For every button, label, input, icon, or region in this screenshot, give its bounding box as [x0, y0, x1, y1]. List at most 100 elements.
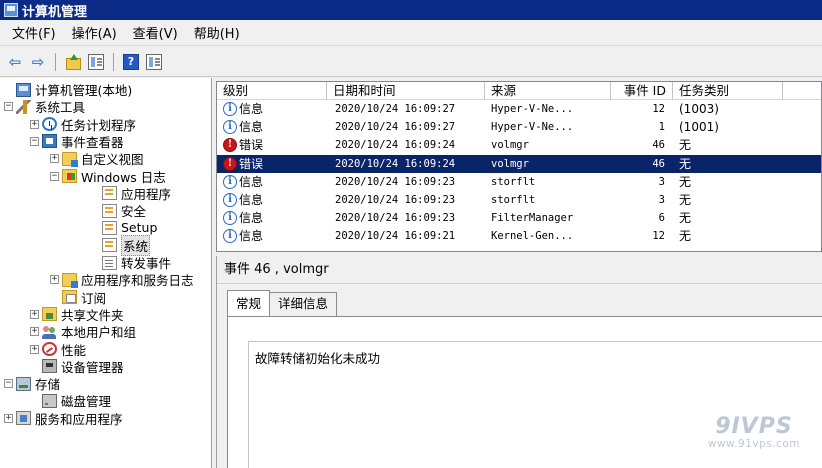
help-button[interactable]: ? — [121, 52, 141, 72]
menu-bar: 文件(F) 操作(A) 查看(V) 帮助(H) — [0, 20, 822, 46]
tree-item-label: 事件查看器 — [61, 134, 124, 150]
event-list-header: 级别 日期和时间 来源 事件 ID 任务类别 — [217, 82, 821, 100]
expand-icon[interactable]: + — [50, 275, 59, 285]
tree-item[interactable]: − 系统工具 — [4, 98, 85, 115]
menu-action[interactable]: 操作(A) — [64, 23, 125, 42]
tree-item[interactable]: − Windows 日志 — [50, 168, 166, 185]
expand-icon[interactable]: + — [30, 327, 39, 337]
collapse-icon[interactable]: − — [30, 136, 39, 146]
event-category: 无 — [679, 156, 692, 171]
tree-item-label: 转发事件 — [121, 256, 172, 271]
event-row[interactable]: i 信息 2020/10/24 16:09:21 Kernel-Gen... 12 无 — [217, 227, 821, 245]
watermark-logo: 9IVPS — [715, 414, 793, 439]
title-bar: 计算机管理 — [0, 0, 822, 20]
menu-view[interactable]: 查看(V) — [125, 23, 186, 42]
event-row[interactable]: i 信息 2020/10/24 16:09:23 FilterManager 6 无 — [217, 209, 821, 227]
event-row[interactable]: i 信息 2020/10/24 16:09:23 storflt 3 无 — [217, 191, 821, 209]
event-level: 信息 — [239, 193, 264, 207]
collapse-icon[interactable]: − — [4, 102, 13, 112]
info-icon: i — [223, 193, 237, 207]
event-list[interactable]: 级别 日期和时间 来源 事件 ID 任务类别 i 信息 2020/10/24 16:09:2… — [216, 81, 822, 252]
event-level: 信息 — [239, 174, 264, 189]
event-category: 无 — [679, 211, 692, 226]
event-category: 无 — [679, 193, 692, 207]
tree-item-label: 任务计划程序 — [61, 117, 137, 133]
event-row[interactable]: i 信息 2020/10/24 16:09:23 storflt 3 无 — [217, 173, 821, 191]
tree-item[interactable]: + 自定义视图 — [50, 150, 144, 167]
column-header[interactable]: 来源 — [485, 82, 611, 100]
event-category: 无 — [679, 229, 692, 244]
folder-icon — [62, 151, 78, 167]
tab-general[interactable]: 常规 — [227, 290, 271, 316]
show-hide-tree-button[interactable] — [86, 52, 106, 72]
tree-item-label: 性能 — [61, 342, 87, 358]
tree-item[interactable]: − 存储 — [4, 375, 60, 392]
expand-icon[interactable]: + — [30, 344, 39, 354]
event-source: FilterManager — [491, 212, 574, 225]
menu-file[interactable]: 文件(F) — [4, 23, 64, 42]
folder-icon — [62, 272, 78, 288]
tree-item[interactable]: 系统 — [90, 234, 151, 256]
log-icon — [102, 255, 117, 270]
event-category: 无 — [679, 138, 692, 153]
event-row[interactable]: i 信息 2020/10/24 16:09:27 Hyper-V-Ne... 1 (100… — [217, 118, 821, 136]
device-manager-icon — [42, 359, 57, 374]
tab-details[interactable]: 详细信息 — [269, 292, 338, 316]
tree-item[interactable]: + 共享文件夹 — [30, 306, 124, 323]
expand-icon[interactable]: + — [30, 119, 39, 129]
collapse-icon[interactable]: − — [4, 379, 13, 389]
expand-icon[interactable]: + — [50, 154, 59, 164]
info-icon: i — [223, 211, 237, 226]
column-header[interactable]: 日期和时间 — [327, 82, 485, 100]
tree-item[interactable]: 应用程序 — [90, 185, 171, 202]
tree-item-label: 本地用户和组 — [61, 325, 137, 341]
collapse-icon[interactable]: − — [50, 171, 59, 181]
event-message: 故障转储初始化未成功 — [255, 351, 381, 366]
event-level-cell: i 信息 — [217, 173, 327, 191]
event-category: (1001) — [679, 120, 719, 135]
disk-icon — [42, 393, 57, 408]
tree-item[interactable]: 磁盘管理 — [30, 392, 111, 409]
tree-item[interactable]: 转发事件 — [90, 254, 171, 271]
tree-item[interactable]: + 服务和应用程序 — [4, 410, 123, 427]
column-header[interactable]: 级别 — [217, 82, 327, 100]
tree-item[interactable]: 订阅 — [50, 289, 106, 306]
menu-help[interactable]: 帮助(H) — [186, 23, 248, 42]
column-header[interactable]: 事件 ID — [611, 82, 673, 100]
forward-arrow-icon[interactable]: ⇨ — [28, 52, 48, 72]
toolbar-separator — [113, 52, 114, 71]
tree-item-label: Windows 日志 — [81, 169, 166, 185]
tree-item[interactable]: + 应用程序和服务日志 — [50, 271, 194, 288]
tools-icon — [16, 99, 31, 114]
back-arrow-icon[interactable]: ⇦ — [5, 52, 25, 72]
tree-item[interactable]: 安全 — [90, 202, 146, 219]
toolbar-separator — [55, 52, 56, 71]
expand-icon[interactable]: + — [30, 309, 39, 319]
services-icon — [16, 411, 31, 426]
tree-item[interactable]: − 事件查看器 — [30, 133, 124, 150]
expand-icon[interactable]: + — [4, 413, 13, 423]
tree-item[interactable]: 计算机管理(本地) — [4, 81, 132, 98]
event-row[interactable]: i 信息 2020/10/24 16:09:27 Hyper-V-Ne... 12 (10… — [217, 100, 821, 118]
action-pane-button[interactable] — [144, 52, 164, 72]
event-category: (1003) — [679, 102, 719, 116]
event-row[interactable]: ! 错误 2020/10/24 16:09:24 volmgr 46 无 — [217, 136, 821, 154]
column-header[interactable]: 任务类别 — [673, 82, 783, 100]
up-folder-button[interactable] — [63, 52, 83, 72]
toolbar: ⇦ ⇨ ? — [0, 47, 822, 77]
console-tree[interactable]: 计算机管理(本地) − 系统工具 + 任务计划程序 − 事件查看器 + 自定义视图 − Window… — [0, 78, 212, 468]
window-title: 计算机管理 — [22, 4, 88, 20]
tree-item[interactable]: + 任务计划程序 — [30, 116, 136, 133]
event-id: 12 — [652, 230, 665, 243]
performance-icon — [42, 342, 57, 356]
event-id: 3 — [658, 194, 665, 206]
tree-item[interactable]: 设备管理器 — [30, 358, 124, 375]
info-icon: i — [223, 120, 237, 135]
event-row[interactable]: ! 错误 2020/10/24 16:09:24 volmgr 46 无 — [217, 154, 821, 173]
shared-folder-icon — [42, 307, 57, 322]
event-source: storflt — [491, 175, 536, 188]
event-datetime: 2020/10/24 16:09:24 — [335, 157, 456, 170]
clock-icon — [42, 117, 57, 132]
tree-item[interactable]: + 本地用户和组 — [30, 323, 136, 340]
tree-item[interactable]: + 性能 — [30, 341, 86, 358]
